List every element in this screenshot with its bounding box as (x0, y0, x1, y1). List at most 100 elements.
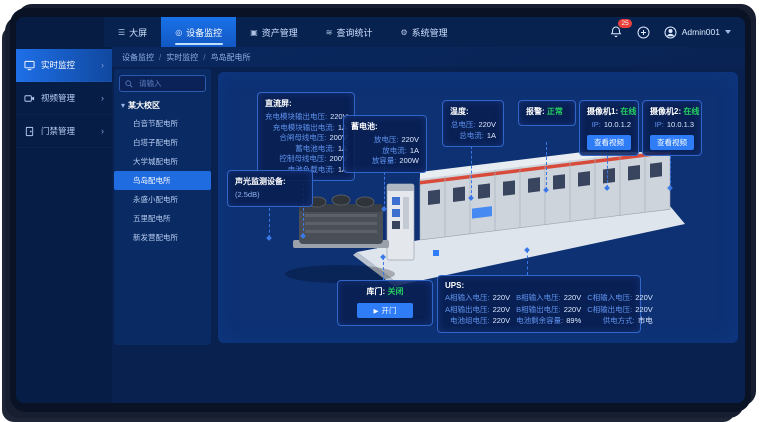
open-door-icon: ▶ (374, 307, 379, 315)
fullscreen-icon[interactable] (636, 24, 652, 40)
tree-search-input[interactable] (137, 78, 200, 89)
search-icon (125, 80, 133, 88)
tree-item[interactable]: 五里配电所 (119, 209, 206, 228)
breadcrumb-item[interactable]: 设备监控 (122, 52, 154, 63)
panel-title: 声光监测设备: (235, 176, 305, 187)
connector-line (527, 250, 528, 275)
camera2-status: 在线 (683, 107, 699, 116)
nav-tab-asset-management[interactable]: ▣ 资产管理 (236, 17, 312, 47)
view-video-button[interactable]: 查看视频 (650, 135, 694, 150)
tree-item[interactable]: 白塔子配电所 (119, 133, 206, 152)
door-status-line: 库门: 关闭 (345, 286, 425, 297)
nav-tab-query-statistics[interactable]: ≋ 查询统计 (312, 17, 387, 47)
open-door-button[interactable]: ▶ 开门 (357, 303, 413, 318)
left-sidebar: 实时监控 › 视频管理 › 门禁管理 › (16, 47, 112, 403)
camera2-ip-row: IP:10.0.1.3 (650, 120, 694, 131)
notification-bell-icon[interactable]: 25 (608, 24, 624, 40)
data-row: 电池剩余容量:89% (516, 316, 581, 327)
sound-monitor-panel: 声光监测设备: (2.5dB) (227, 170, 313, 207)
data-row: 合闸母线电压:200V (265, 133, 347, 144)
connector-line (670, 156, 671, 188)
monitor-icon: ◎ (175, 28, 182, 37)
nav-tab-dashboard[interactable]: ☰ 大屏 (104, 17, 161, 47)
panel-title: 温度: (450, 106, 496, 117)
logo-area (16, 17, 104, 47)
dc-screen-panel: 直流屏: 充电模块输出电压:220V充电模块输出电流:1A合闸母线电压:200V… (257, 92, 355, 181)
dashboard-icon: ☰ (118, 28, 125, 37)
chevron-right-icon: › (101, 60, 104, 70)
ups-panel: UPS: A相输入电压:220VB相输入电压:220VC相输入电压:220VA相… (437, 275, 641, 333)
chevron-down-icon (725, 30, 731, 34)
nav-tab-system-management[interactable]: ⚙ 系统管理 (386, 17, 461, 47)
breadcrumb-item[interactable]: 实时监控 (166, 52, 198, 63)
connector-line (546, 142, 547, 190)
data-row: 总电流:1A (450, 131, 496, 142)
sidebar-item-label: 实时监控 (41, 59, 75, 71)
gear-icon: ⚙ (400, 28, 407, 37)
data-row: 控制母线电压:200V (265, 154, 347, 165)
data-row: 放电流:1A (351, 146, 419, 157)
camera1-status: 在线 (620, 107, 636, 116)
panel-title: 蓄电池: (351, 121, 419, 132)
tree-item-list: 白音节配电所白塔子配电所大学城配电所鸟岛配电所永盛小配电所五里配电所新发营配电所 (119, 114, 206, 247)
chevron-right-icon: › (101, 93, 104, 103)
door-icon (24, 126, 35, 137)
connector-line (383, 257, 384, 280)
sound-value: (2.5dB) (235, 190, 260, 201)
data-row: C相输出电压:220V (587, 305, 653, 316)
content-area: 直流屏: 充电模块输出电压:220V充电模块输出电流:1A合闸母线电压:200V… (215, 67, 743, 403)
tree-search (119, 75, 206, 92)
data-row: 充电模块输出电压:220V (265, 112, 347, 123)
user-menu[interactable]: Admin001 (664, 26, 731, 39)
data-row: C相输入电压:220V (587, 293, 653, 304)
data-row: 放容量:200W (351, 156, 419, 167)
alarm-status: 正常 (547, 107, 563, 116)
data-row: 总电压:220V (450, 120, 496, 131)
tree-item[interactable]: 鸟岛配电所 (114, 171, 211, 190)
data-row: B相输入电压:220V (516, 293, 581, 304)
nav-tab-label: 资产管理 (262, 26, 298, 39)
camera1-ip-row: IP:10.0.1.2 (587, 120, 631, 131)
nav-tab-label: 系统管理 (412, 26, 448, 39)
view-video-button[interactable]: 查看视频 (587, 135, 631, 150)
connector-line (607, 156, 608, 188)
tree-item[interactable]: 新发营配电所 (119, 228, 206, 247)
connector-line (269, 208, 270, 238)
tree-item[interactable]: 永盛小配电所 (119, 190, 206, 209)
video-icon (24, 93, 35, 104)
nav-tab-device-monitoring[interactable]: ◎ 设备监控 (161, 17, 236, 47)
alarm-panel: 报警: 正常 (518, 100, 576, 126)
connector-line (471, 146, 472, 198)
tree-collapse-icon[interactable]: ▾ (121, 101, 125, 110)
realtime-monitor-icon (24, 60, 35, 71)
data-row: A相输出电压:220V (445, 305, 510, 316)
sidebar-item-label: 门禁管理 (41, 125, 75, 137)
screenshot-stage: ☰ 大屏 ◎ 设备监控 ▣ 资产管理 ≋ 查询统计 ⚙ 系统管理 25 (0, 0, 763, 422)
temperature-panel: 温度: 总电压:220V总电流:1A (442, 100, 504, 147)
tree-item[interactable]: 白音节配电所 (119, 114, 206, 133)
panel-title: UPS: (445, 281, 633, 290)
notification-badge: 25 (618, 19, 631, 28)
sidebar-item-video-management[interactable]: 视频管理 › (16, 82, 112, 115)
data-row: 蓄电池电流:1A (265, 144, 347, 155)
camera2-panel: 摄像机2: 在线 IP:10.0.1.3 查看视频 (642, 100, 702, 156)
workspace: ▾某大校区 白音节配电所白塔子配电所大学城配电所鸟岛配电所永盛小配电所五里配电所… (112, 67, 745, 403)
stats-icon: ≋ (326, 28, 333, 37)
tree-root-node[interactable]: ▾某大校区 (121, 100, 204, 111)
data-row: B相输出电压:220V (516, 305, 581, 316)
sidebar-item-label: 视频管理 (41, 92, 75, 104)
breadcrumb-item-current: 鸟岛配电所 (210, 52, 250, 63)
sidebar-item-realtime-monitoring[interactable]: 实时监控 › (16, 49, 112, 82)
connector-line (384, 167, 385, 209)
breadcrumb: 设备监控 / 实时监控 / 鸟岛配电所 (112, 47, 745, 67)
panel-title: 摄像机1: 在线 (587, 106, 631, 117)
data-row: A相输入电压:220V (445, 293, 510, 304)
top-navbar: ☰ 大屏 ◎ 设备监控 ▣ 资产管理 ≋ 查询统计 ⚙ 系统管理 25 (16, 17, 745, 47)
data-row: 电池组电压:220V (445, 316, 510, 327)
tree-item[interactable]: 大学城配电所 (119, 152, 206, 171)
device-frame: ☰ 大屏 ◎ 设备监控 ▣ 资产管理 ≋ 查询统计 ⚙ 系统管理 25 (10, 8, 751, 412)
panel-title: 报警: 正常 (526, 106, 568, 117)
sidebar-item-access-control[interactable]: 门禁管理 › (16, 115, 112, 148)
asset-icon: ▣ (250, 28, 258, 37)
nav-tab-label: 大屏 (129, 26, 147, 39)
